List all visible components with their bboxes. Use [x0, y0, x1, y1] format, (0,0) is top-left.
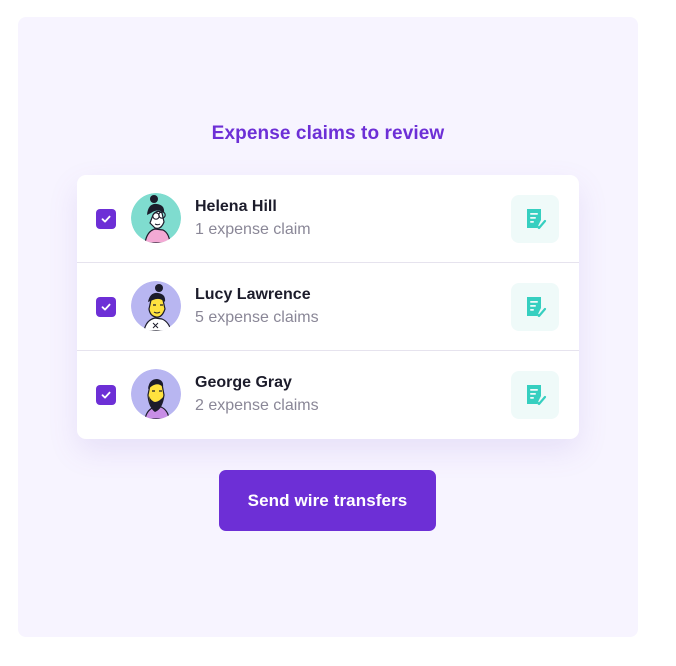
- review-claim-button[interactable]: [511, 371, 559, 419]
- claimant-name: Helena Hill: [195, 198, 277, 215]
- avatar: [131, 369, 181, 419]
- list-item: Lucy Lawrence 5 expense claims: [77, 263, 579, 351]
- review-claim-button[interactable]: [511, 195, 559, 243]
- checkmark-icon: [101, 391, 111, 399]
- claimant-name: Lucy Lawrence: [195, 286, 311, 303]
- send-wire-transfers-button[interactable]: Send wire transfers: [219, 470, 436, 531]
- list-item: George Gray 2 expense claims: [77, 351, 579, 439]
- checkmark-icon: [101, 303, 111, 311]
- review-panel: Expense claims to review Helena Hill 1 e…: [18, 17, 638, 637]
- claim-count: 1 expense claim: [195, 221, 311, 238]
- claim-count: 2 expense claims: [195, 397, 319, 414]
- checkmark-icon: [101, 215, 111, 223]
- claim-count: 5 expense claims: [195, 309, 319, 326]
- receipt-check-icon: [527, 209, 547, 230]
- receipt-check-icon: [527, 385, 547, 406]
- review-claim-button[interactable]: [511, 283, 559, 331]
- page-title: Expense claims to review: [211, 123, 445, 144]
- claimant-name: George Gray: [195, 374, 292, 391]
- claims-list: Helena Hill 1 expense claim Lucy Lawrenc…: [77, 175, 579, 439]
- select-checkbox[interactable]: [96, 297, 116, 317]
- list-item: Helena Hill 1 expense claim: [77, 175, 579, 263]
- select-checkbox[interactable]: [96, 385, 116, 405]
- select-checkbox[interactable]: [96, 209, 116, 229]
- avatar: [131, 193, 181, 243]
- receipt-check-icon: [527, 297, 547, 318]
- avatar: [131, 281, 181, 331]
